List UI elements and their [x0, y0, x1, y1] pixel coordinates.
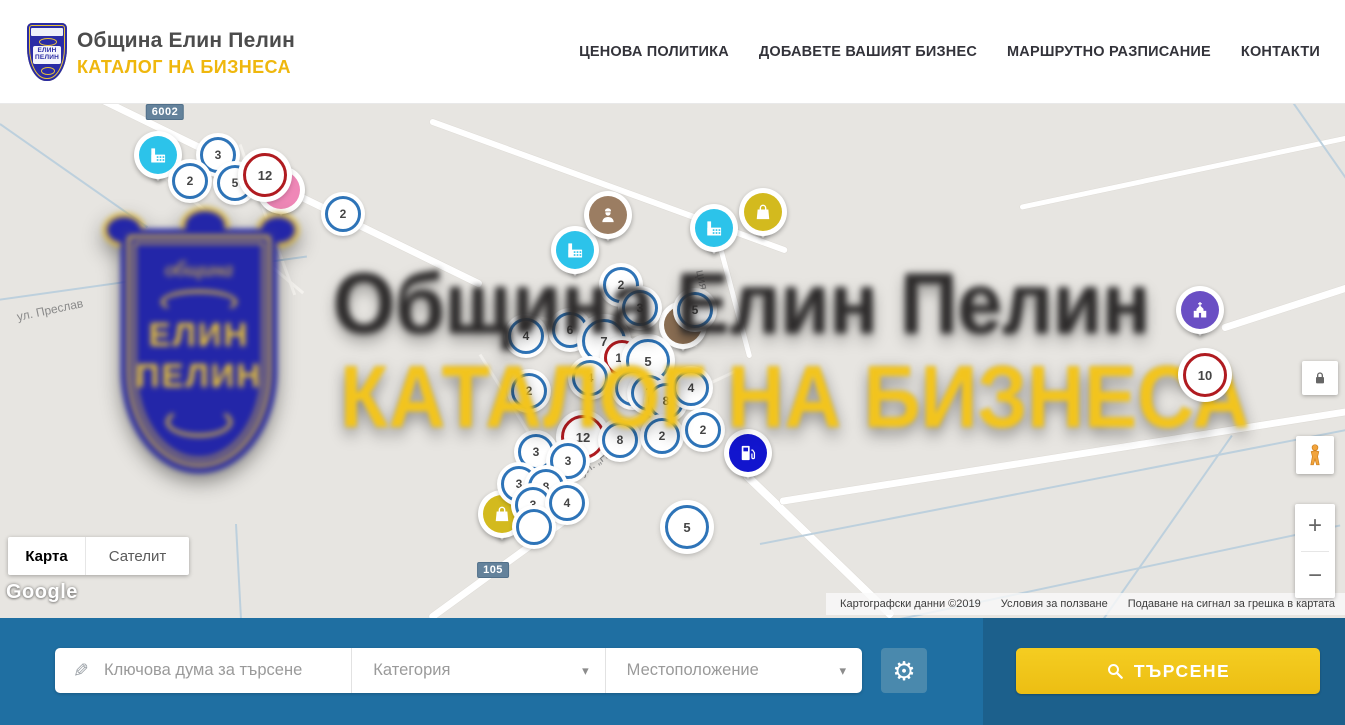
pin-ring — [739, 188, 787, 236]
emblem-top-text: община — [165, 257, 233, 282]
cluster-marker[interactable] — [516, 509, 552, 545]
cluster-marker[interactable]: 5 — [665, 505, 709, 549]
creek-line — [1279, 103, 1345, 248]
factory-icon — [139, 136, 177, 174]
header: ЕЛИН ПЕЛИН Община Елин Пелин КАТАЛОГ НА … — [0, 0, 1345, 104]
attribution-copyright: Картографски данни ©2019 — [840, 598, 981, 610]
shopping-bag-pin[interactable] — [739, 188, 787, 236]
watermark-title: Община Елин Пелин — [333, 255, 1150, 354]
location-select-value: Местоположение — [627, 661, 759, 680]
logo-band — [31, 28, 63, 36]
logo-ornament-bottom — [41, 67, 55, 75]
street-label: ул. Преслав — [16, 296, 85, 324]
zoom-control: + − — [1295, 504, 1335, 598]
chevron-down-icon: ▾ — [582, 663, 589, 679]
pin-ring — [584, 191, 632, 239]
location-select[interactable]: Местоположение ▾ — [606, 648, 862, 693]
emblem-ornament — [161, 290, 237, 314]
factory-icon — [695, 209, 733, 247]
search-icon — [1106, 662, 1124, 680]
search-button-label: ТЪРСЕНЕ — [1134, 661, 1230, 682]
zoom-in-button[interactable]: + — [1295, 508, 1335, 544]
cluster-marker[interactable]: 2 — [172, 163, 208, 199]
logo-plaque: ЕЛИН ПЕЛИН — [33, 46, 61, 64]
emblem-shield: община ЕЛИН ПЕЛИН — [121, 229, 277, 473]
cluster-marker[interactable]: 12 — [243, 153, 287, 197]
search-bar: ✎ Категория ▾ Местоположение ▾ ⚙ ТЪРСЕНЕ — [0, 618, 1345, 725]
site-subtitle: КАТАЛОГ НА БИЗНЕСА — [77, 57, 295, 78]
cluster-marker[interactable]: 10 — [1183, 353, 1227, 397]
category-select[interactable]: Категория ▾ — [352, 648, 605, 693]
church-icon — [1181, 291, 1219, 329]
creek-line — [1099, 435, 1233, 618]
keyword-input[interactable] — [102, 660, 336, 681]
logo-ornament — [39, 38, 57, 46]
search-button[interactable]: ТЪРСЕНЕ — [1016, 648, 1320, 694]
watermark-emblem: община ЕЛИН ПЕЛИН — [85, 211, 313, 493]
municipality-logo[interactable]: ЕЛИН ПЕЛИН — [25, 19, 69, 85]
brand-text: Община Елин Пелин КАТАЛОГ НА БИЗНЕСА — [77, 29, 295, 78]
pegman-icon — [1303, 443, 1327, 467]
road-number-chip: 6002 — [146, 104, 184, 120]
road-line — [1019, 134, 1345, 210]
pencil-icon: ✎ — [73, 660, 89, 683]
lock-button[interactable] — [1302, 361, 1338, 395]
map-type-map-button[interactable]: Карта — [8, 537, 86, 575]
church-pin[interactable] — [1176, 286, 1224, 334]
lock-icon — [1312, 370, 1328, 386]
page: ЕЛИН ПЕЛИН Община Елин Пелин КАТАЛОГ НА … — [0, 0, 1345, 725]
factory-pin[interactable] — [690, 204, 738, 252]
cluster-marker[interactable]: 2 — [325, 196, 361, 232]
emblem-ornament-bottom — [166, 407, 232, 437]
creek-line — [235, 524, 242, 618]
nav-pricing-policy[interactable]: ЦЕНОВА ПОЛИТИКА — [579, 44, 729, 60]
pegman-button[interactable] — [1296, 436, 1334, 474]
watermark-subtitle: КАТАЛОГ НА БИЗНЕСА — [340, 346, 1250, 448]
search-form: ✎ Категория ▾ Местоположение ▾ — [55, 648, 862, 693]
emblem-name-line1: ЕЛИН — [149, 314, 250, 355]
zoom-out-button[interactable]: − — [1295, 558, 1335, 594]
zoom-divider — [1301, 551, 1329, 552]
road-number-chip: 105 — [477, 562, 509, 578]
logo-name-line2: ПЕЛИН — [35, 55, 59, 62]
worker-icon — [589, 196, 627, 234]
category-select-value: Категория — [373, 661, 450, 680]
nav-add-your-business[interactable]: ДОБАВЕТЕ ВАШИЯТ БИЗНЕС — [759, 44, 977, 60]
map-type-satellite-button[interactable]: Сателит — [86, 537, 189, 575]
advanced-search-button[interactable]: ⚙ — [881, 648, 927, 693]
attribution-terms-link[interactable]: Условия за ползване — [1001, 598, 1108, 610]
main-nav: ЦЕНОВА ПОЛИТИКА ДОБАВЕТЕ ВАШИЯТ БИЗНЕС М… — [579, 0, 1320, 103]
gear-icon: ⚙ — [892, 658, 915, 684]
attribution-report-link[interactable]: Подаване на сигнал за грешка в картата — [1128, 598, 1335, 610]
emblem-name-line2: ПЕЛИН — [136, 355, 262, 396]
keyword-field[interactable]: ✎ — [55, 648, 352, 693]
map-type-control: Карта Сателит — [8, 537, 189, 575]
map-canvas[interactable]: община ЕЛИН ПЕЛИН Община Елин Пелин КАТА… — [0, 103, 1345, 618]
nav-contacts[interactable]: КОНТАКТИ — [1241, 44, 1320, 60]
chevron-down-icon: ▾ — [839, 663, 846, 679]
site-title: Община Елин Пелин — [77, 29, 295, 53]
pin-ring — [690, 204, 738, 252]
road-line — [1221, 282, 1345, 332]
shopping-bag-icon — [744, 193, 782, 231]
worker-pin[interactable] — [584, 191, 632, 239]
pin-ring — [1176, 286, 1224, 334]
nav-route-schedule[interactable]: МАРШРУТНО РАЗПИСАНИЕ — [1007, 44, 1211, 60]
cluster-marker[interactable]: 4 — [549, 485, 585, 521]
map-attribution: Картографски данни ©2019 Условия за полз… — [826, 593, 1345, 615]
google-logo[interactable]: Google — [6, 581, 78, 604]
